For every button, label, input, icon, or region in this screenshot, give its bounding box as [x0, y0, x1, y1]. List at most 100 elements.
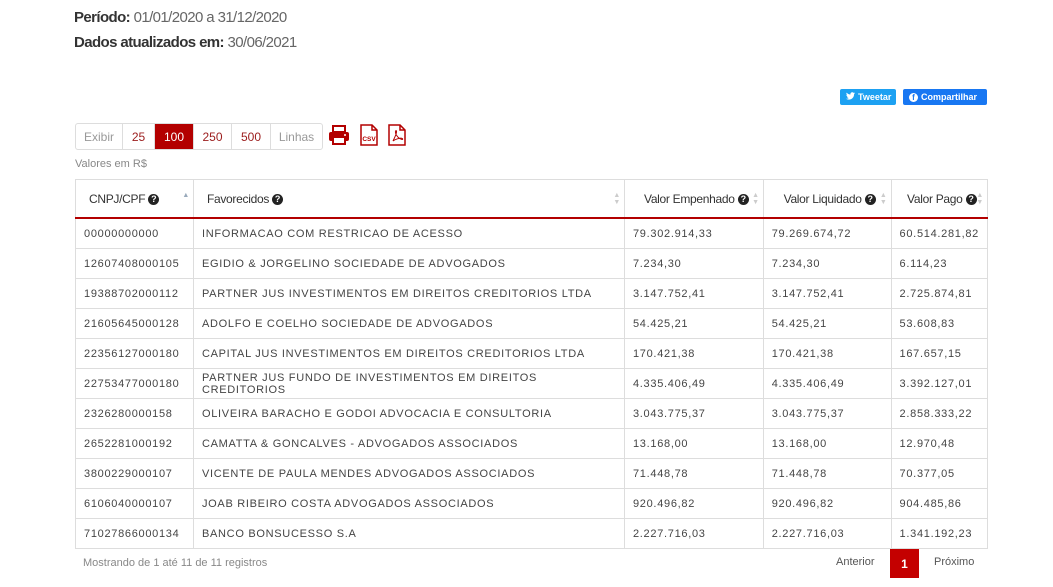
cell-valor-liquidado: 3.147.752,41: [762, 278, 892, 309]
cell-valor-liquidado: 3.043.775,37: [762, 398, 892, 429]
cell-valor-pago: 70.377,05: [890, 458, 989, 489]
cell-valor-pago: 2.725.874,81: [890, 278, 989, 309]
cell-cnpj: 00000000000: [75, 217, 194, 249]
help-icon[interactable]: ?: [148, 193, 160, 205]
updated-value: 30/06/2021: [227, 34, 298, 51]
csv-icon-text: CSV: [362, 136, 376, 143]
table-row: 21605645000128 ADOLFO E COELHO SOCIEDADE…: [75, 308, 989, 339]
cell-valor-empenhado: 7.234,30: [623, 248, 764, 279]
cell-valor-liquidado: 79.269.674,72: [762, 217, 892, 249]
cell-cnpj: 21605645000128: [75, 308, 194, 339]
length-option-500[interactable]: 500: [232, 124, 271, 149]
sort-icon: ▲ ▼: [752, 192, 759, 206]
cell-cnpj: 6106040000107: [75, 488, 194, 519]
pagination-next[interactable]: Próximo: [934, 556, 974, 568]
cell-favorecido: EGIDIO & JORGELINO SOCIEDADE DE ADVOGADO…: [192, 248, 625, 279]
cell-valor-pago: 1.341.192,23: [890, 518, 989, 549]
cell-cnpj: 12607408000105: [75, 248, 194, 279]
tweet-button[interactable]: Tweetar: [840, 89, 896, 105]
cell-valor-pago: 6.114,23: [890, 248, 989, 279]
cell-cnpj: 2652281000192: [75, 428, 194, 459]
column-header-label: Favorecidos: [206, 191, 270, 206]
table-row: 19388702000112 PARTNER JUS INVESTIMENTOS…: [75, 278, 989, 309]
sort-asc-icon: ▲: [182, 192, 189, 199]
column-header-label: Valor Liquidado: [783, 191, 862, 206]
cell-valor-liquidado: 7.234,30: [762, 248, 892, 279]
length-option-25[interactable]: 25: [123, 124, 155, 149]
twitter-icon: [846, 92, 855, 102]
cell-valor-empenhado: 4.335.406,49: [623, 368, 764, 399]
pdf-icon[interactable]: [387, 124, 407, 146]
table-row: 6106040000107 JOAB RIBEIRO COSTA ADVOGAD…: [75, 488, 989, 519]
column-header-valor-empenhado[interactable]: Valor Empenhado? ▲ ▼: [623, 179, 764, 219]
length-prefix: Exibir: [76, 124, 123, 149]
length-option-250[interactable]: 250: [194, 124, 232, 149]
cell-favorecido: PARTNER JUS FUNDO DE INVESTIMENTOS EM DI…: [192, 368, 625, 399]
cell-cnpj: 19388702000112: [75, 278, 194, 309]
cell-valor-liquidado: 71.448,78: [762, 458, 892, 489]
tweet-label: Tweetar: [858, 92, 892, 102]
table-header-row: CNPJ/CPF? ▲ Favorecidos? ▲ ▼ Valor Empenh…: [75, 179, 989, 219]
cell-cnpj: 3800229000107: [75, 458, 194, 489]
cell-favorecido: ADOLFO E COELHO SOCIEDADE DE ADVOGADOS: [192, 308, 625, 339]
period-value: 01/01/2020 a 31/12/2020: [133, 9, 288, 26]
column-header-label: Valor Pago: [907, 191, 963, 206]
period-line: Período: 01/01/2020 a 31/12/2020: [74, 9, 287, 26]
cell-favorecido: CAMATTA & GONCALVES - ADVOGADOS ASSOCIAD…: [192, 428, 625, 459]
currency-note: Valores em R$: [75, 158, 147, 170]
cell-favorecido: PARTNER JUS INVESTIMENTOS EM DIREITOS CR…: [192, 278, 625, 309]
cell-valor-empenhado: 71.448,78: [623, 458, 764, 489]
print-icon[interactable]: [328, 124, 350, 146]
column-header-favorecidos[interactable]: Favorecidos? ▲ ▼: [192, 179, 625, 219]
cell-valor-pago: 53.608,83: [890, 308, 989, 339]
cell-valor-empenhado: 3.043.775,37: [623, 398, 764, 429]
cell-valor-pago: 904.485,86: [890, 488, 989, 519]
cell-cnpj: 22753477000180: [75, 368, 194, 399]
pagination-current-page[interactable]: 1: [890, 549, 919, 578]
help-icon[interactable]: ?: [737, 193, 749, 205]
length-option-100[interactable]: 100: [155, 124, 194, 149]
cell-valor-empenhado: 79.302.914,33: [623, 217, 764, 249]
cell-favorecido: BANCO BONSUCESSO S.A: [192, 518, 625, 549]
cell-valor-liquidado: 13.168,00: [762, 428, 892, 459]
updated-label: Dados atualizados em:: [74, 34, 225, 51]
csv-icon[interactable]: CSV: [359, 124, 379, 146]
sort-icon: ▲ ▼: [976, 192, 983, 206]
cell-valor-empenhado: 2.227.716,03: [623, 518, 764, 549]
cell-valor-liquidado: 4.335.406,49: [762, 368, 892, 399]
cell-valor-pago: 2.858.333,22: [890, 398, 989, 429]
cell-favorecido: JOAB RIBEIRO COSTA ADVOGADOS ASSOCIADOS: [192, 488, 625, 519]
cell-favorecido: VICENTE DE PAULA MENDES ADVOGADOS ASSOCI…: [192, 458, 625, 489]
data-table: CNPJ/CPF? ▲ Favorecidos? ▲ ▼ Valor Empenh…: [75, 179, 989, 549]
cell-valor-liquidado: 920.496,82: [762, 488, 892, 519]
cell-valor-pago: 3.392.127,01: [890, 368, 989, 399]
column-header-label: Valor Empenhado: [644, 191, 735, 206]
period-label: Período:: [74, 9, 131, 26]
cell-valor-empenhado: 13.168,00: [623, 428, 764, 459]
table-row: 00000000000 INFORMACAO COM RESTRICAO DE …: [75, 217, 989, 249]
help-icon[interactable]: ?: [965, 193, 977, 205]
table-row: 22356127000180 CAPITAL JUS INVESTIMENTOS…: [75, 338, 989, 369]
cell-favorecido: CAPITAL JUS INVESTIMENTOS EM DIREITOS CR…: [192, 338, 625, 369]
column-header-cnpj[interactable]: CNPJ/CPF? ▲: [75, 179, 194, 219]
table-row: 2326280000158 OLIVEIRA BARACHO E GODOI A…: [75, 398, 989, 429]
sort-icon: ▲ ▼: [879, 192, 887, 206]
cell-valor-empenhado: 3.147.752,41: [623, 278, 764, 309]
pagination-previous[interactable]: Anterior: [836, 556, 875, 568]
cell-valor-liquidado: 2.227.716,03: [762, 518, 892, 549]
help-icon[interactable]: ?: [272, 193, 284, 205]
cell-valor-pago: 12.970,48: [890, 428, 989, 459]
cell-cnpj: 22356127000180: [75, 338, 194, 369]
share-button[interactable]: f Compartilhar: [903, 89, 987, 105]
cell-favorecido: OLIVEIRA BARACHO E GODOI ADVOCACIA E CON…: [192, 398, 625, 429]
table-row: 71027866000134 BANCO BONSUCESSO S.A 2.22…: [75, 518, 989, 549]
column-header-valor-liquidado[interactable]: Valor Liquidado? ▲ ▼: [762, 179, 892, 219]
cell-valor-empenhado: 170.421,38: [623, 338, 764, 369]
cell-valor-empenhado: 54.425,21: [623, 308, 764, 339]
table-row: 3800229000107 VICENTE DE PAULA MENDES AD…: [75, 458, 989, 489]
cell-valor-liquidado: 54.425,21: [762, 308, 892, 339]
table-row: 22753477000180 PARTNER JUS FUNDO DE INVE…: [75, 368, 989, 399]
column-header-label: CNPJ/CPF: [89, 191, 146, 206]
help-icon[interactable]: ?: [864, 193, 876, 205]
column-header-valor-pago[interactable]: Valor Pago? ▲ ▼: [890, 179, 989, 219]
